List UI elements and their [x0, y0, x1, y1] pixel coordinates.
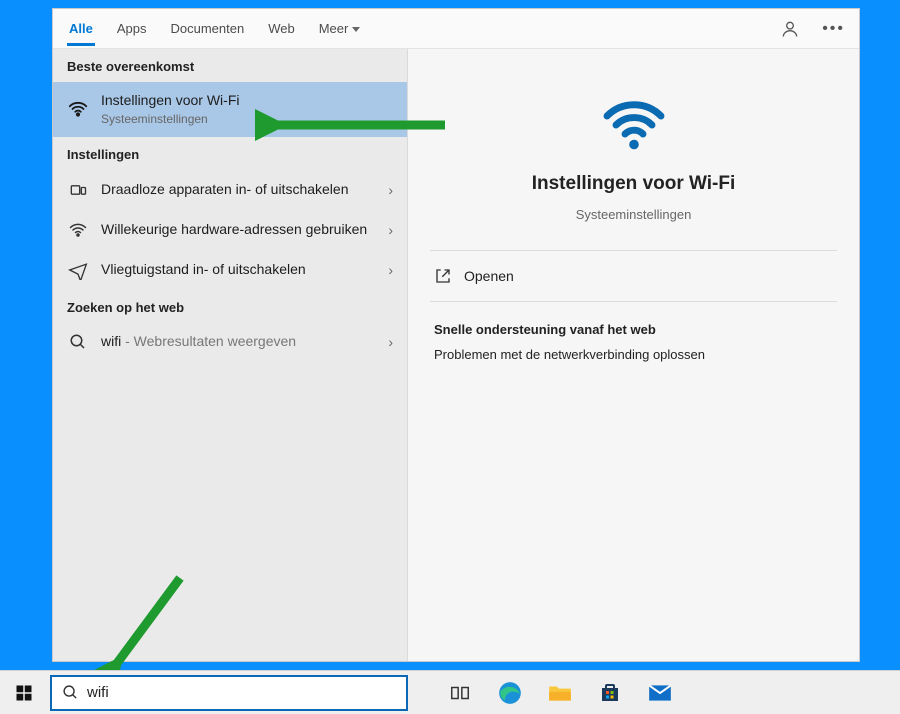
start-button[interactable]	[4, 673, 44, 713]
support-link-network-troubleshoot[interactable]: Problemen met de netwerkverbinding oplos…	[408, 347, 859, 362]
taskbar-search[interactable]	[50, 675, 408, 711]
open-external-icon	[434, 267, 452, 285]
settings-item-random-mac[interactable]: Willekeurige hardware-adressen gebruiken…	[53, 210, 407, 250]
web-query-suffix: - Webresultaten weergeven	[121, 333, 296, 349]
web-query-term: wifi	[101, 333, 121, 349]
taskbar	[0, 670, 900, 714]
chevron-down-icon	[352, 27, 360, 32]
mail-icon[interactable]	[642, 675, 678, 711]
tab-documents[interactable]: Documenten	[168, 11, 246, 46]
topbar-actions: •••	[780, 19, 845, 39]
edge-browser-icon[interactable]	[492, 675, 528, 711]
result-subtitle: Systeeminstellingen	[101, 112, 393, 127]
taskbar-search-input[interactable]	[87, 684, 396, 701]
settings-item-airplane-mode[interactable]: Vliegtuigstand in- of uitschakelen ›	[53, 250, 407, 290]
airplane-icon	[67, 260, 89, 280]
search-body: Beste overeenkomst Instellingen voor Wi-…	[53, 49, 859, 661]
settings-item-label: Draadloze apparaten in- of uitschakelen	[101, 181, 376, 199]
section-settings: Instellingen	[53, 137, 407, 170]
chevron-right-icon: ›	[388, 222, 393, 238]
result-best-match[interactable]: Instellingen voor Wi-Fi Systeeminstellin…	[53, 82, 407, 137]
tab-apps[interactable]: Apps	[115, 11, 149, 46]
microsoft-store-icon[interactable]	[592, 675, 628, 711]
tab-more[interactable]: Meer	[317, 11, 363, 46]
web-result-text: wifi - Webresultaten weergeven	[101, 333, 376, 351]
tab-web[interactable]: Web	[266, 11, 297, 46]
wifi-icon	[67, 220, 89, 240]
settings-item-toggle-wireless[interactable]: Draadloze apparaten in- of uitschakelen …	[53, 170, 407, 210]
chevron-right-icon: ›	[388, 334, 393, 350]
more-icon[interactable]: •••	[822, 20, 845, 38]
chevron-right-icon: ›	[388, 182, 393, 198]
preview-subtitle: Systeeminstellingen	[576, 207, 692, 222]
preview-hero: Instellingen voor Wi-Fi Systeeminstellin…	[408, 89, 859, 250]
result-best-match-text: Instellingen voor Wi-Fi Systeeminstellin…	[101, 92, 393, 127]
task-view-icon[interactable]	[442, 675, 478, 711]
result-title: Instellingen voor Wi-Fi	[101, 92, 240, 108]
search-window: Alle Apps Documenten Web Meer ••• Beste …	[52, 8, 860, 662]
web-result-item[interactable]: wifi - Webresultaten weergeven ›	[53, 323, 407, 361]
preview-title: Instellingen voor Wi-Fi	[532, 173, 736, 195]
tab-all[interactable]: Alle	[67, 11, 95, 46]
action-open[interactable]: Openen	[408, 251, 859, 301]
settings-item-label: Willekeurige hardware-adressen gebruiken	[101, 221, 376, 239]
taskbar-pinned	[442, 675, 678, 711]
search-topbar: Alle Apps Documenten Web Meer •••	[53, 9, 859, 49]
support-header: Snelle ondersteuning vanaf het web	[408, 302, 859, 347]
results-panel: Beste overeenkomst Instellingen voor Wi-…	[53, 49, 408, 661]
wifi-large-icon	[598, 89, 670, 161]
search-icon	[62, 684, 79, 701]
search-icon	[67, 333, 89, 351]
search-tabs: Alle Apps Documenten Web Meer	[67, 11, 362, 46]
wifi-icon	[67, 98, 89, 120]
action-open-label: Openen	[464, 268, 514, 284]
chevron-right-icon: ›	[388, 262, 393, 278]
preview-panel: Instellingen voor Wi-Fi Systeeminstellin…	[408, 49, 859, 661]
section-best-match: Beste overeenkomst	[53, 49, 407, 82]
settings-item-label: Vliegtuigstand in- of uitschakelen	[101, 261, 376, 279]
devices-icon	[67, 180, 89, 200]
file-explorer-icon[interactable]	[542, 675, 578, 711]
section-web: Zoeken op het web	[53, 290, 407, 323]
profile-icon[interactable]	[780, 19, 800, 39]
